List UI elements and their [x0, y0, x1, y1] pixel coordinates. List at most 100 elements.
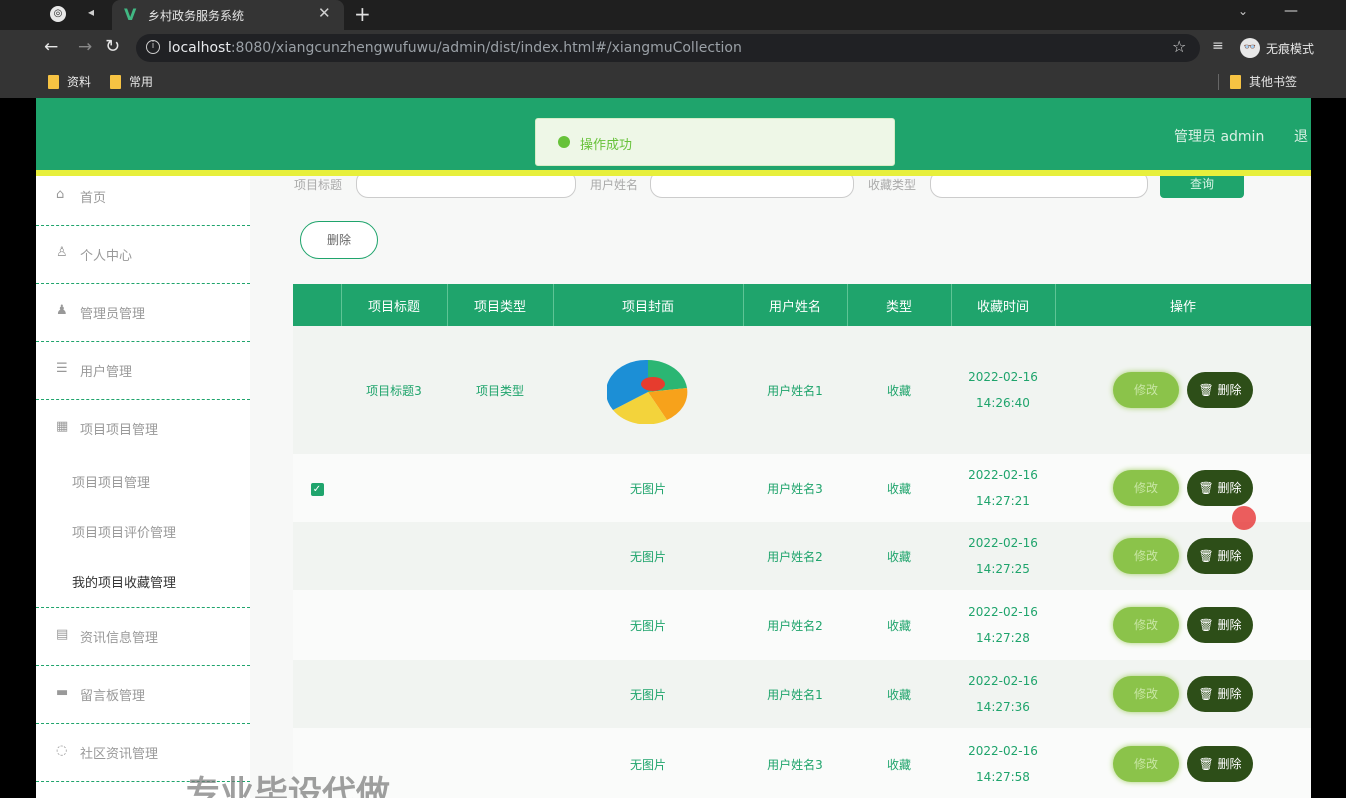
message-icon: ▬	[56, 685, 69, 700]
row-checkbox-cell[interactable]	[293, 660, 341, 728]
forward-icon[interactable]: →	[78, 37, 92, 57]
search-input-kind[interactable]	[930, 176, 1148, 198]
edit-button[interactable]: 修改	[1113, 607, 1179, 643]
new-tab-icon[interactable]: +	[354, 2, 371, 26]
search-input-title[interactable]	[356, 176, 576, 198]
mouse-cursor	[1232, 506, 1256, 530]
row-checkbox[interactable]	[311, 617, 324, 630]
sidebar-item-home[interactable]: ⌂ 首页	[36, 168, 250, 226]
table-header-row: 项目标题 项目类型 项目封面 用户姓名 类型 收藏时间 操作	[293, 284, 1311, 326]
edit-button[interactable]: 修改	[1113, 746, 1179, 782]
row-checkbox[interactable]	[311, 382, 324, 395]
sidebar-subitem-project-manage[interactable]: 项目项目管理	[36, 456, 250, 506]
row-checkbox-cell[interactable]	[293, 590, 341, 660]
users-icon: ☰	[56, 361, 68, 376]
cell-kind: 收藏	[847, 522, 951, 590]
cell-user: 用户姓名3	[743, 728, 847, 798]
search-label-kind: 收藏类型	[868, 178, 917, 192]
delete-button[interactable]: 🗑 删除	[1187, 676, 1253, 712]
delete-button[interactable]: 🗑 删除	[1187, 470, 1253, 506]
sidebar-item-users[interactable]: ☰ 用户管理	[36, 342, 250, 400]
row-checkbox[interactable]	[311, 686, 324, 699]
trash-icon: 🗑	[1198, 549, 1218, 563]
address-bar[interactable]: i localhost:8080/xiangcunzhengwufuwu/adm…	[136, 34, 1200, 62]
cell-user: 用户姓名2	[743, 522, 847, 590]
sidebar-subitem-project-review[interactable]: 项目项目评价管理	[36, 506, 250, 556]
cell-actions: 修改 🗑 删除	[1055, 522, 1311, 590]
delete-button[interactable]: 🗑 删除	[1187, 538, 1253, 574]
no-image-text: 无图片	[629, 549, 666, 564]
cell-type	[447, 590, 553, 660]
browser-tab[interactable]: V 乡村政务服务系统 ✕	[112, 0, 344, 30]
reload-icon[interactable]: ↻	[105, 36, 120, 57]
cell-title	[341, 454, 447, 522]
profile-label[interactable]: 无痕模式	[1266, 40, 1314, 57]
column-header[interactable]: 用户姓名	[743, 284, 848, 326]
row-checkbox-cell[interactable]	[293, 522, 341, 590]
cell-kind: 收藏	[847, 728, 951, 798]
site-info-icon[interactable]: i	[146, 40, 160, 54]
back-icon[interactable]: ←	[44, 37, 58, 57]
delete-button[interactable]: 🗑 删除	[1187, 372, 1253, 408]
tab-search-icon[interactable]: ◂	[88, 5, 94, 19]
cell-cover: 无图片	[553, 590, 743, 660]
reading-list-icon[interactable]: ≡	[1212, 38, 1224, 54]
table-row: 无图片 用户姓名2 收藏 2022-02-16 14:27:25 修改 🗑 删除	[293, 522, 1311, 590]
bookmark-star-icon[interactable]: ☆	[1172, 37, 1186, 56]
edit-button[interactable]: 修改	[1113, 538, 1179, 574]
window-menu-icon[interactable]: ◎	[50, 6, 66, 22]
bookmark-folder-changyong[interactable]: 常用	[110, 73, 153, 90]
trash-icon: 🗑	[1198, 618, 1218, 632]
column-header[interactable]: 收藏时间	[951, 284, 1056, 326]
sidebar-item-admin[interactable]: ♟ 管理员管理	[36, 284, 250, 342]
tab-list-icon[interactable]: ⌄	[1238, 4, 1248, 18]
sidebar-item-messages[interactable]: ▬ 留言板管理	[36, 666, 250, 724]
cell-type	[447, 454, 553, 522]
incognito-icon[interactable]: 👓	[1240, 38, 1260, 58]
delete-button[interactable]: 🗑 删除	[1187, 746, 1253, 782]
time-clock: 14:27:58	[976, 770, 1030, 784]
bookmark-folder-other[interactable]: 其他书签	[1230, 73, 1297, 90]
user-icon: ♙	[56, 245, 68, 260]
edit-button[interactable]: 修改	[1113, 470, 1179, 506]
row-checkbox-cell[interactable]	[293, 326, 341, 454]
folder-icon	[48, 75, 59, 89]
time-date: 2022-02-16	[968, 370, 1038, 384]
edit-button[interactable]: 修改	[1113, 676, 1179, 712]
delete-button[interactable]: 🗑 删除	[1187, 607, 1253, 643]
column-header[interactable]: 项目标题	[341, 284, 448, 326]
sidebar-item-projects[interactable]: ▦ 项目项目管理	[36, 400, 250, 458]
sidebar-item-news[interactable]: ▤ 资讯信息管理	[36, 608, 250, 666]
column-header[interactable]: 类型	[847, 284, 952, 326]
cell-user: 用户姓名1	[743, 326, 847, 454]
cell-type	[447, 522, 553, 590]
search-label-user: 用户姓名	[590, 178, 639, 192]
time-clock: 14:27:21	[976, 494, 1030, 508]
bookmark-folder-ziliao[interactable]: 资料	[48, 73, 91, 90]
cell-kind: 收藏	[847, 660, 951, 728]
logout-link[interactable]: 退	[1294, 126, 1308, 146]
row-checkbox[interactable]	[311, 548, 324, 561]
minimize-icon[interactable]: —	[1284, 3, 1298, 19]
tab-close-icon[interactable]: ✕	[318, 4, 331, 22]
checkbox-checked-icon[interactable]: ✓	[310, 482, 324, 496]
time-date: 2022-02-16	[968, 674, 1038, 688]
batch-delete-button[interactable]: 删除	[300, 221, 378, 259]
cell-time: 2022-02-16 14:27:28	[951, 590, 1055, 660]
column-header[interactable]: 项目类型	[447, 284, 554, 326]
cell-type	[447, 728, 553, 798]
sidebar-item-profile[interactable]: ♙ 个人中心	[36, 226, 250, 284]
row-checkbox-cell[interactable]: ✓	[293, 454, 341, 522]
success-toast: 操作成功	[535, 118, 895, 166]
search-input-user[interactable]	[650, 176, 854, 198]
cell-cover	[553, 326, 743, 454]
sidebar-subitem-project-collection[interactable]: 我的项目收藏管理	[36, 556, 250, 608]
search-button[interactable]: 查询	[1160, 176, 1244, 198]
bookmark-separator	[1218, 74, 1219, 90]
folder-icon	[110, 75, 121, 89]
edit-button[interactable]: 修改	[1113, 372, 1179, 408]
cell-kind: 收藏	[847, 590, 951, 660]
cell-type: 项目类型	[447, 326, 553, 454]
select-all-header[interactable]	[293, 284, 342, 326]
toast-text: 操作成功	[580, 138, 633, 153]
